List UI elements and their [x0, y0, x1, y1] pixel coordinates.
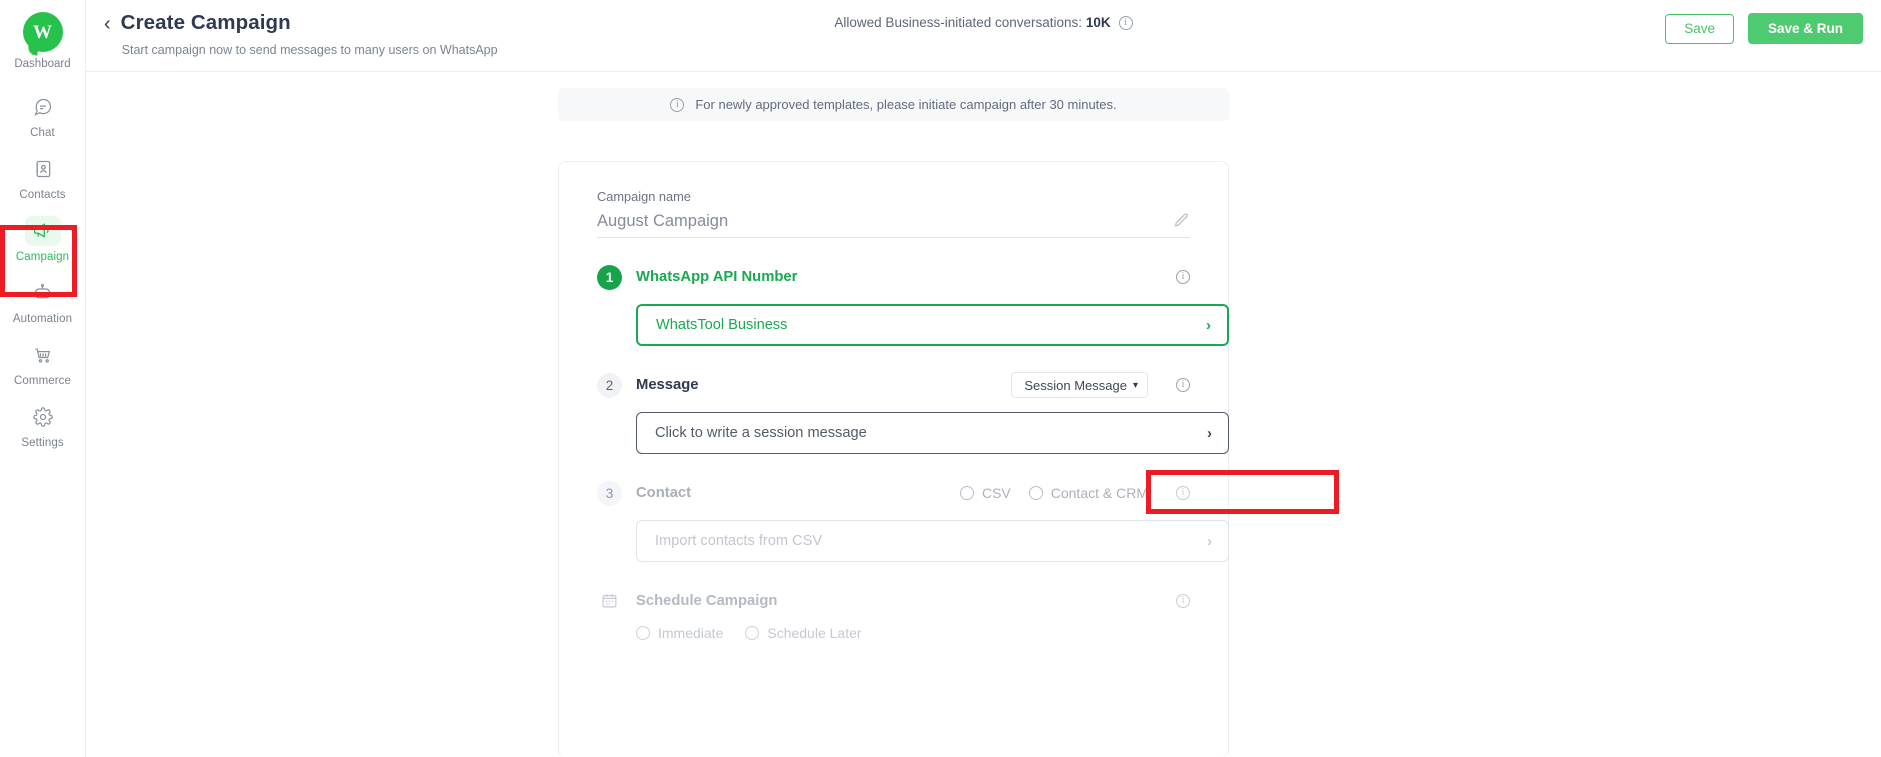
step3-badge: 3	[597, 480, 622, 506]
import-contacts-placeholder: Import contacts from CSV	[655, 533, 823, 549]
notice-banner: i For newly approved templates, please i…	[558, 88, 1229, 121]
main-area: ‹ Create Campaign Start campaign now to …	[86, 0, 1881, 757]
sidebar-item-chat[interactable]: Chat	[0, 84, 86, 146]
sidebar-item-settings[interactable]: Settings	[0, 394, 86, 456]
message-placeholder: Click to write a session message	[655, 425, 867, 441]
allowed-conversations-value: 10K	[1085, 15, 1111, 30]
radio-label-immediate: Immediate	[658, 625, 724, 641]
robot-icon	[25, 278, 61, 308]
whatsapp-number-select[interactable]: WhatsTool Business ›	[636, 304, 1229, 346]
info-icon[interactable]: i	[1118, 15, 1133, 30]
gear-icon	[25, 402, 61, 432]
step1-title: WhatsApp API Number	[636, 269, 798, 285]
step-message: 2 Message Session Message ▾ i Click to w…	[597, 371, 1229, 454]
info-icon[interactable]: i	[1176, 593, 1190, 608]
sidebar-item-commerce[interactable]: Commerce	[0, 332, 86, 394]
chevron-right-icon: ›	[1206, 316, 1211, 334]
save-button[interactable]: Save	[1665, 13, 1734, 44]
sidebar: W Dashboard Chat Contacts Campaign Autom…	[0, 0, 86, 757]
radio-icon	[1028, 486, 1043, 500]
chevron-down-icon: ▾	[1132, 379, 1138, 391]
radio-label-schedule-later: Schedule Later	[767, 625, 862, 641]
allowed-conversations-text: Allowed Business-initiated conversations…	[834, 15, 1110, 30]
import-contacts-box[interactable]: Import contacts from CSV ›	[636, 520, 1229, 562]
campaign-form-card: Campaign name August Campaign 1 WhatsApp…	[558, 161, 1229, 757]
radio-option-csv[interactable]: CSV	[959, 485, 1011, 501]
schedule-header: Schedule Campaign i	[597, 592, 1190, 609]
whatsapp-number-value: WhatsTool Business	[656, 317, 788, 333]
topbar: ‹ Create Campaign Start campaign now to …	[86, 0, 1881, 72]
step-contact: 3 Contact CSV Contact & CRM i Import con…	[597, 479, 1229, 562]
step1-header: 1 WhatsApp API Number i	[597, 263, 1190, 291]
info-icon[interactable]: i	[1176, 378, 1190, 392]
message-type-dropdown[interactable]: Session Message ▾	[1011, 372, 1148, 398]
step2-header: 2 Message Session Message ▾ i	[597, 371, 1190, 399]
radio-label-contact-crm: Contact & CRM	[1050, 485, 1148, 501]
sidebar-item-label-chat: Chat	[30, 126, 55, 139]
radio-icon	[636, 626, 650, 640]
radio-option-contact-crm[interactable]: Contact & CRM	[1028, 485, 1148, 501]
contact-source-radios: CSV Contact & CRM	[959, 485, 1148, 501]
radio-icon	[745, 626, 760, 640]
cart-icon	[25, 340, 61, 370]
page-subtitle: Start campaign now to send messages to m…	[121, 42, 498, 57]
save-and-run-button[interactable]: Save & Run	[1747, 13, 1863, 44]
message-type-value: Session Message	[1024, 377, 1127, 393]
radio-label-csv: CSV	[981, 485, 1011, 501]
chat-icon	[25, 92, 61, 122]
title-block: Create Campaign Start campaign now to se…	[121, 10, 498, 57]
sidebar-item-dashboard[interactable]: W Dashboard	[0, 8, 86, 70]
pencil-icon[interactable]	[1173, 212, 1190, 229]
sidebar-item-label-contacts: Contacts	[19, 188, 66, 201]
megaphone-icon	[24, 215, 61, 246]
sidebar-item-contacts[interactable]: Contacts	[0, 146, 86, 208]
sidebar-item-label-campaign: Campaign	[15, 250, 70, 263]
info-icon: i	[670, 97, 685, 112]
step2-badge: 2	[597, 372, 622, 398]
chevron-right-icon: ›	[1207, 532, 1212, 550]
campaign-name-field: Campaign name August Campaign	[597, 189, 1190, 238]
whatstool-logo-icon: W	[22, 12, 63, 52]
contacts-icon	[25, 154, 61, 184]
page-title: Create Campaign	[120, 11, 291, 34]
topbar-left: ‹ Create Campaign Start campaign now to …	[86, 0, 498, 57]
calendar-icon	[597, 592, 622, 609]
radio-icon	[959, 486, 974, 500]
message-compose-box[interactable]: Click to write a session message ›	[636, 412, 1229, 454]
campaign-name-label: Campaign name	[597, 189, 691, 204]
sidebar-item-label-dashboard: Dashboard	[14, 58, 71, 70]
campaign-name-row: August Campaign	[597, 212, 1190, 238]
sidebar-item-label-commerce: Commerce	[13, 374, 72, 387]
schedule-radios: Immediate Schedule Later	[636, 625, 1190, 641]
sidebar-item-label-automation: Automation	[12, 312, 73, 325]
info-icon[interactable]: i	[1176, 486, 1190, 500]
chevron-left-icon[interactable]: ‹	[98, 10, 121, 34]
chevron-right-icon: ›	[1207, 424, 1212, 442]
step3-title: Contact	[636, 485, 692, 501]
topbar-actions: Save Save & Run	[1665, 13, 1863, 44]
sidebar-item-label-settings: Settings	[21, 436, 64, 449]
section-schedule-campaign: Schedule Campaign i Immediate Schedule L…	[597, 592, 1190, 641]
step3-header: 3 Contact CSV Contact & CRM i	[597, 479, 1190, 507]
step1-badge: 1	[597, 264, 622, 290]
schedule-title: Schedule Campaign	[636, 592, 778, 609]
notice-text: For newly approved templates, please ini…	[695, 97, 1117, 112]
step-whatsapp-api-number: 1 WhatsApp API Number i WhatsTool Busine…	[597, 263, 1229, 346]
info-icon[interactable]: i	[1176, 270, 1190, 284]
sidebar-item-campaign[interactable]: Campaign	[0, 208, 86, 270]
allowed-conversations-label: Allowed Business-initiated conversations…	[834, 15, 1083, 30]
sidebar-item-automation[interactable]: Automation	[0, 270, 86, 332]
campaign-name-input[interactable]: August Campaign	[597, 212, 728, 231]
step2-title: Message	[636, 377, 699, 393]
radio-option-immediate[interactable]: Immediate	[636, 625, 723, 641]
content-area: i For newly approved templates, please i…	[86, 72, 1881, 757]
app-root: W Dashboard Chat Contacts Campaign Autom…	[0, 0, 1881, 757]
radio-option-schedule-later[interactable]: Schedule Later	[745, 625, 862, 641]
